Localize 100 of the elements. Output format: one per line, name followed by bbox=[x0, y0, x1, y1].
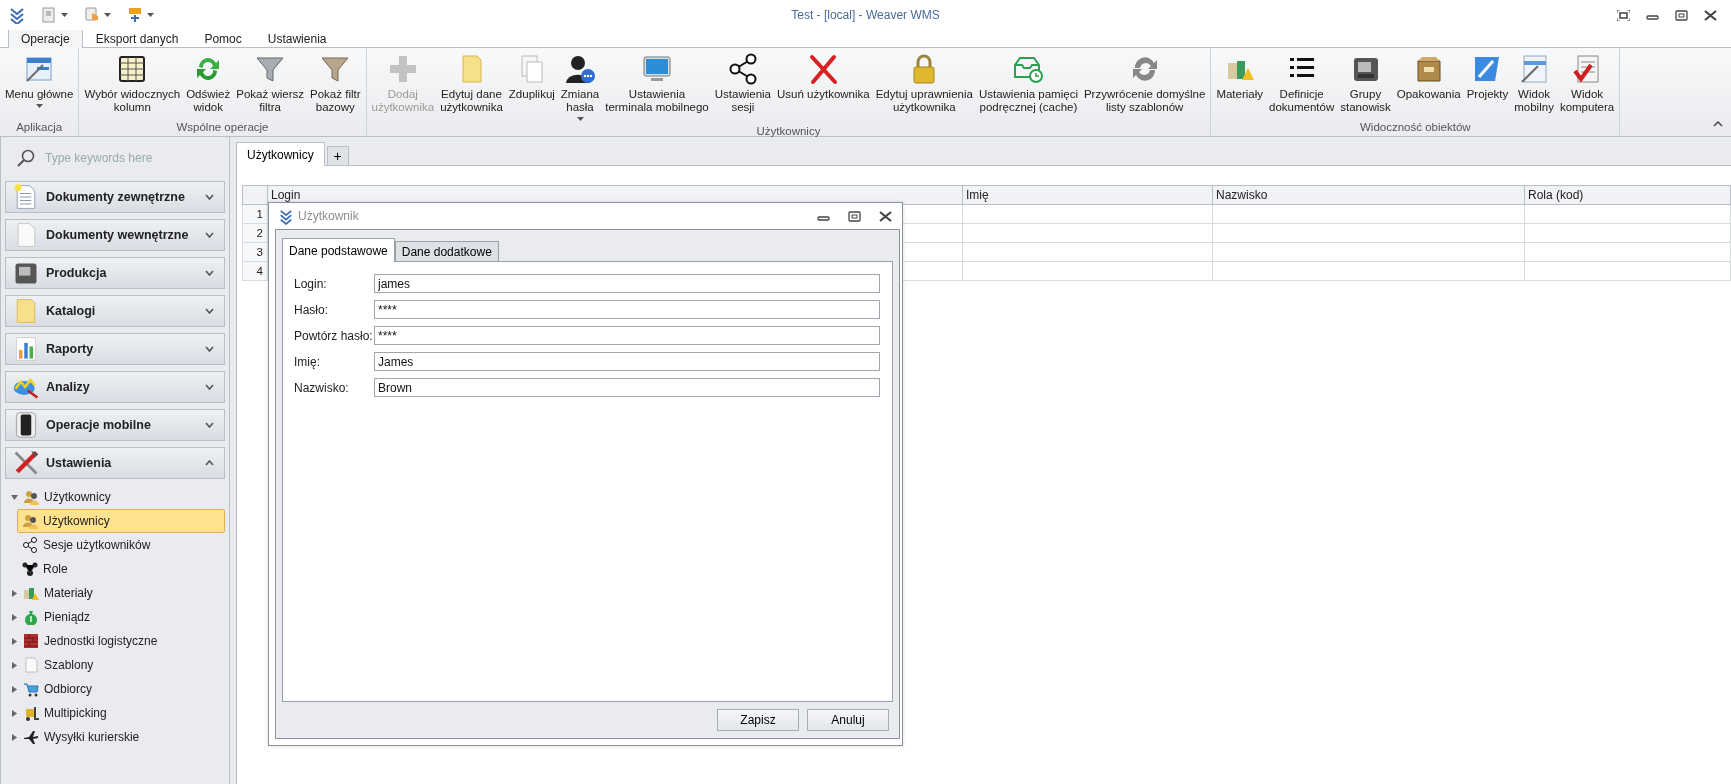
nav-group-header[interactable]: Dokumenty zewnętrzne bbox=[5, 181, 225, 213]
collapse-icon bbox=[1713, 120, 1723, 127]
ribbon-button[interactable]: Materiały bbox=[1213, 51, 1267, 119]
fullscreen-icon bbox=[1617, 9, 1630, 21]
new-tab-button[interactable]: + bbox=[326, 146, 349, 165]
ribbon-group-label: Widoczność obiektów bbox=[1360, 121, 1471, 133]
document-tab[interactable]: Użytkownicy bbox=[236, 142, 325, 166]
ribbon-button[interactable]: Wybór widocznych kolumn bbox=[81, 51, 184, 119]
tree-item[interactable]: Materiały bbox=[5, 581, 225, 605]
nav-group-header[interactable]: Operacje mobilne bbox=[5, 409, 225, 441]
input-field[interactable]: Brown bbox=[374, 378, 880, 397]
window-title: Test - [local] - Weaver WMS bbox=[791, 8, 940, 22]
ribbon-button[interactable]: Pokaż wiersz filtra bbox=[233, 51, 308, 119]
input-field[interactable]: **** bbox=[374, 300, 880, 319]
ribbon-button[interactable]: Zmiana hasła bbox=[557, 51, 603, 123]
ribbon-tab[interactable]: Ustawienia bbox=[254, 28, 340, 48]
ribbon-tab[interactable]: Eksport danych bbox=[82, 28, 192, 48]
ribbon-button[interactable]: Usuń użytkownika bbox=[774, 51, 873, 123]
field-label: Hasło: bbox=[294, 302, 329, 317]
quick-access-button[interactable] bbox=[83, 6, 112, 24]
ribbon-button[interactable]: Definicje dokumentów bbox=[1266, 51, 1338, 119]
ribbon-button[interactable]: Ustawienia sesji bbox=[711, 51, 774, 123]
chevrons-icon bbox=[279, 207, 293, 225]
ribbon-group-label: Aplikacja bbox=[16, 121, 63, 133]
ribbon-button[interactable]: Ustawienia pamięci podręcznej (cache) bbox=[975, 51, 1081, 123]
ribbon-tab[interactable]: Operacje bbox=[8, 28, 83, 48]
ribbon-button[interactable]: Widok komputera bbox=[1556, 51, 1618, 119]
collapsed-arrow-icon bbox=[10, 661, 18, 669]
tree-item[interactable]: Role bbox=[17, 557, 225, 581]
nav-group-header[interactable]: Raporty bbox=[5, 333, 225, 365]
search-field[interactable]: Type keywords here bbox=[43, 150, 217, 166]
users-icon bbox=[23, 489, 39, 505]
nav-group-header[interactable]: Analizy bbox=[5, 371, 225, 403]
column-header[interactable]: Imię bbox=[962, 185, 1213, 205]
close-icon bbox=[1704, 9, 1717, 21]
dialog-button[interactable]: Zapisz bbox=[717, 709, 799, 731]
quick-access-button[interactable] bbox=[40, 6, 69, 24]
ribbon-button[interactable]: Przywrócenie domyślne listy szablonów bbox=[1080, 51, 1209, 123]
tree-item[interactable]: Pieniądz bbox=[5, 605, 225, 629]
document-icon bbox=[41, 6, 57, 24]
ribbon-button[interactable]: Ustawienia terminala mobilnego bbox=[602, 51, 712, 123]
field-label: Nazwisko: bbox=[294, 380, 350, 395]
quick-access-button[interactable] bbox=[126, 6, 155, 24]
ribbon-group-label: Wspólne operacje bbox=[176, 121, 269, 133]
tree-item[interactable]: Użytkownicy bbox=[5, 485, 225, 509]
share-icon bbox=[22, 537, 38, 553]
money-bag-icon bbox=[23, 609, 39, 625]
ribbon-button[interactable]: Widok mobilny bbox=[1511, 51, 1557, 119]
caret-icon bbox=[61, 13, 68, 17]
ribbon-button[interactable]: Menu główne bbox=[2, 51, 77, 119]
input-field[interactable]: james bbox=[374, 274, 880, 293]
chevron-up-icon bbox=[205, 460, 214, 466]
maximize-icon bbox=[1675, 9, 1688, 21]
dialog-tab[interactable]: Dane podstawowe bbox=[282, 238, 395, 262]
nav-group-header[interactable]: Ustawienia bbox=[5, 447, 225, 479]
collapsed-arrow-icon bbox=[10, 589, 18, 597]
expanded-arrow-icon bbox=[10, 493, 18, 501]
tree-item[interactable]: Sesje użytkowników bbox=[17, 533, 225, 557]
chevron-down-icon bbox=[205, 270, 214, 276]
collapsed-arrow-icon bbox=[10, 709, 18, 717]
tree-item[interactable]: Wysyłki kurierskie bbox=[5, 725, 225, 749]
chevron-down-icon bbox=[205, 422, 214, 428]
materials-icon bbox=[23, 585, 39, 601]
nav-group-header[interactable]: Produkcja bbox=[5, 257, 225, 289]
chevron-down-icon bbox=[205, 232, 214, 238]
tree-item[interactable]: Odbiorcy bbox=[5, 677, 225, 701]
users-icon bbox=[22, 513, 38, 529]
field-label: Imię: bbox=[294, 354, 321, 369]
chevron-down-icon bbox=[205, 194, 214, 200]
nav-group-header[interactable]: Dokumenty wewnętrzne bbox=[5, 219, 225, 251]
collapsed-arrow-icon bbox=[10, 733, 18, 741]
cart-icon bbox=[23, 681, 39, 697]
search-icon bbox=[17, 149, 35, 167]
field-label: Login: bbox=[294, 276, 328, 291]
tree-item[interactable]: Jednostki logistyczne bbox=[5, 629, 225, 653]
input-field[interactable]: James bbox=[374, 352, 880, 371]
quick-access-button[interactable] bbox=[8, 6, 26, 24]
ribbon-button[interactable]: Odśwież widok bbox=[183, 51, 234, 119]
ribbon-button[interactable]: Edytuj dane użytkownika bbox=[437, 51, 506, 123]
cross-icon bbox=[807, 53, 840, 85]
nav-group-header[interactable]: Katalogi bbox=[5, 295, 225, 327]
input-field[interactable]: **** bbox=[374, 326, 880, 345]
ribbon-button[interactable]: Opakowania bbox=[1393, 51, 1464, 119]
tree-item[interactable]: Szablony bbox=[5, 653, 225, 677]
dialog-button[interactable]: Anuluj bbox=[807, 709, 889, 731]
ribbon-button[interactable]: Zduplikuj bbox=[505, 51, 558, 123]
chevron-down-icon bbox=[205, 308, 214, 314]
ribbon-tab[interactable]: Pomoc bbox=[191, 28, 255, 48]
tree-item[interactable]: Multipicking bbox=[5, 701, 225, 725]
chevron-down-icon bbox=[205, 346, 214, 352]
tools-icon bbox=[12, 449, 40, 477]
column-header[interactable]: Nazwisko bbox=[1212, 185, 1525, 205]
close-icon bbox=[879, 210, 892, 222]
ribbon-button[interactable]: Projekty bbox=[1463, 51, 1512, 119]
ribbon-button[interactable]: Grupy stanowisk bbox=[1337, 51, 1394, 119]
tree-item[interactable]: Użytkownicy bbox=[17, 509, 225, 533]
ribbon-button[interactable]: Edytuj uprawnienia użytkownika bbox=[872, 51, 976, 123]
ribbon-button[interactable]: Pokaż filtr bazowy bbox=[307, 51, 364, 119]
column-header[interactable]: Rola (kod) bbox=[1524, 185, 1731, 205]
caret-icon bbox=[147, 13, 154, 17]
